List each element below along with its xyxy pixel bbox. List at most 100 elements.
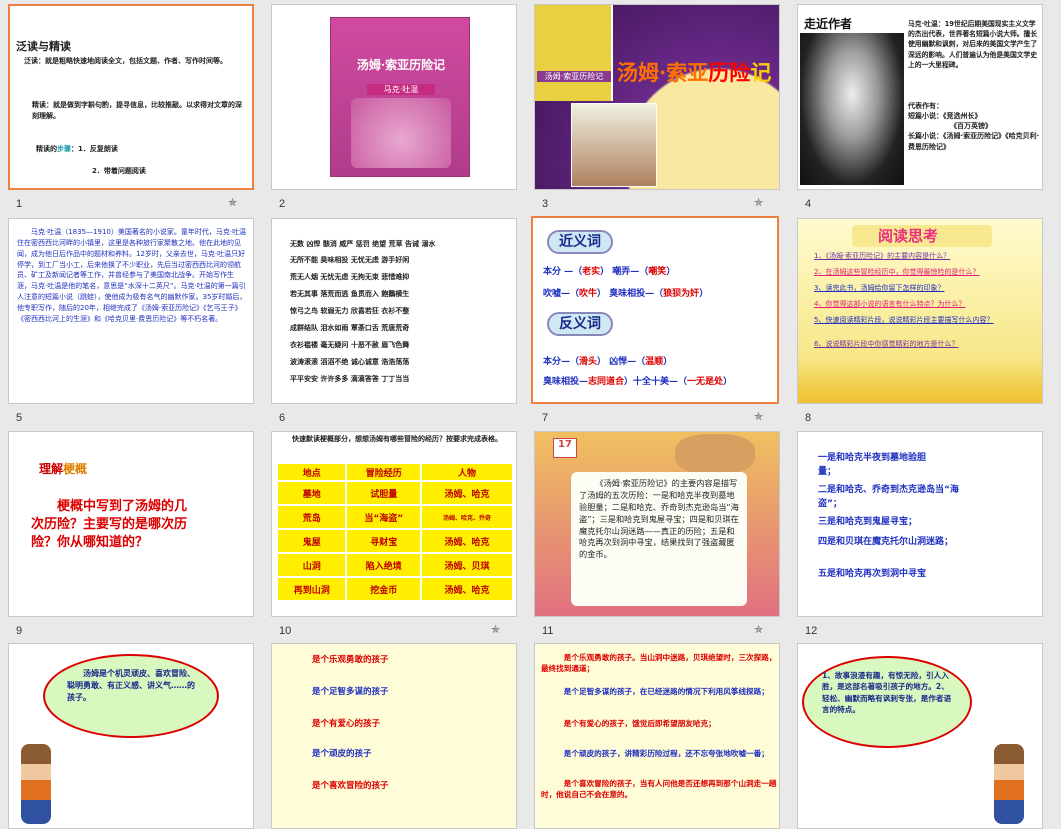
slide-thumb-12[interactable]: 一是和哈克半夜到墓地验胆量； 二是和哈克、乔奇到杰克逊岛当“海盗”； 三是和哈克… <box>797 431 1043 617</box>
slide-thumb-2[interactable]: 汤姆·索亚历险记 马克·吐温 <box>271 4 517 190</box>
trait-item: 是个足智多谋的孩子 <box>312 687 389 697</box>
slide-num-9: 9 <box>16 625 23 637</box>
slide1-line2: 精读：就是做到字斟句酌，提寻信息，比较推敲。以求得对文章的深刻理解。 <box>32 101 242 120</box>
short-stories-2: 《百万英镑》 <box>950 122 992 130</box>
vocab-row: 若无其事 落荒而逃 鱼贯而入 飽鵝横生 <box>290 290 410 298</box>
slide-num-5: 5 <box>16 412 23 424</box>
author-bio: 马克·吐温：19世纪后期美国现实主义文学的杰出代表，世界著名短篇小说大师。擅长使… <box>908 20 1038 69</box>
slide-thumb-9[interactable]: 理解梗概 梗概中写到了汤姆的几次历险？主要写的是哪次历险？你从哪知道的？ <box>8 431 254 617</box>
slide4-heading: 走近作者 <box>804 17 853 31</box>
antonym-row-2: 臭味相投—志同道合）十全十美—（一无是处） <box>543 377 733 387</box>
teddy-bear-decoration <box>675 434 755 474</box>
trait-item: 是个有爱心的孩子 <box>312 719 381 729</box>
list-item: 五是和哈克再次到洞中寻宝 <box>818 569 927 579</box>
slide-thumb-4[interactable]: 走近作者 马克·吐温：19世纪后期美国现实主义文学的杰出代表，世界著名短篇小说大… <box>797 4 1043 190</box>
animation-star-icon: ✯ <box>228 196 238 209</box>
question-item: 5、快速阅读精彩片段，说说精彩片段主要描写什么内容？ <box>814 316 994 324</box>
works-label: 代表作有： <box>908 102 943 110</box>
table-row: 墓地 试胆量 汤姆、哈克 <box>278 482 512 504</box>
trait-detail: 是个顽皮的孩子，讲精彩历险过程，还不忘夸张地吹嘘一番； <box>563 749 769 758</box>
author-portrait <box>800 33 904 185</box>
list-item: 一是和哈克半夜到墓地验胆量； <box>818 453 927 477</box>
vocab-row: 无数 凶悍 骸消 威严 惩罚 绝望 荒草 告诫 溺水 <box>290 240 436 248</box>
trait-detail: 是个喜欢冒险的孩子，当有人问他是否还想再到那个山洞走一趟时，他说自己不会在意的。 <box>541 779 777 800</box>
slide8-heading: 阅读思考 <box>878 227 939 245</box>
trait-detail: 是个足智多谋的孩子，在已经迷路的情况下利用风筝线探路； <box>563 687 769 696</box>
short-stories: 短篇小说：《竞选州长》 <box>908 112 982 120</box>
animation-star-icon: ✯ <box>754 623 764 636</box>
trait-item: 是个顽皮的孩子 <box>312 749 372 759</box>
slide-num-2: 2 <box>279 198 286 210</box>
trait-item: 是个乐观勇敢的孩子 <box>312 655 389 665</box>
vocab-row: 衣衫褴褛 毫无疑问 十恶不赦 眉飞色舞 <box>290 341 410 349</box>
trait-detail: 是个乐观勇敢的孩子。当山洞中迷路，贝琪绝望时，三次探路，最终找到通道； <box>541 653 777 674</box>
antonym-title: 反义词 <box>547 312 613 336</box>
vocab-row: 无所不能 昊味相投 无忧无虑 游手好闲 <box>290 256 410 264</box>
slide-num-1: 1 <box>16 198 23 210</box>
vocab-row: 波涛滚滚 滔滔不绝 诚心诚意 浩浩荡荡 <box>290 358 410 366</box>
flowers-decoration <box>798 359 1042 403</box>
slide10-instruction: 快速默读梗概部分，想想汤姆有哪些冒险的经历？按要求完成表格。 <box>292 435 502 443</box>
slide-num-7: 7 <box>542 412 549 424</box>
slide-thumb-8[interactable]: 阅读思考 1、《汤姆·索亚历险记》的主要内容是什么？ 2、在汤姆这些冒险经历中，… <box>797 218 1043 404</box>
vocab-row: 惊弓之鸟 软弱无力 欣喜若狂 衣衫不整 <box>290 307 410 315</box>
slide-thumb-3[interactable]: 汤姆·索亚历险记 汤姆·索亚历险记 <box>534 4 780 190</box>
adventure-table: 地点 冒险经历 人物 墓地 试胆量 汤姆、哈克 荒岛 当“海盗” 汤姆、哈克、乔奇 鬼屋 寻财… <box>276 462 514 602</box>
table-row: 地点 冒险经历 人物 <box>278 464 512 480</box>
question-item: 6、说说精彩片段中你感觉精彩的地方是什么？ <box>814 340 959 348</box>
animation-star-icon: ✯ <box>754 410 764 423</box>
slide-thumb-5[interactable]: 马克·吐温（1835—1910）美国著名的小说家。童年时代，马克·吐温住在密西西… <box>8 218 254 404</box>
question-item: 1、《汤姆·索亚历险记》的主要内容是什么？ <box>814 252 951 260</box>
calendar-icon: 17 <box>553 438 577 458</box>
cover-art <box>351 98 451 168</box>
question-item: 3、读完此书，汤姆给你留下怎样的印象？ <box>814 284 945 292</box>
cartoon-boy <box>994 744 1024 824</box>
slide-num-6: 6 <box>279 412 286 424</box>
book-cover: 汤姆·索亚历险记 马克·吐温 <box>330 17 470 177</box>
table-row: 鬼屋 寻财宝 汤姆、哈克 <box>278 530 512 552</box>
slide-thumb-6[interactable]: 无数 凶悍 骸消 威严 惩罚 绝望 荒草 告诫 溺水 无所不能 昊味相投 无忧无… <box>271 218 517 404</box>
book-photo <box>571 103 657 187</box>
slide-thumb-15[interactable]: 是个乐观勇敢的孩子。当山洞中迷路，贝琪绝望时，三次探路，最终找到通道； 是个足智… <box>534 643 780 829</box>
book-cover-small: 汤姆·索亚历险记 <box>535 5 613 101</box>
slide-thumb-13[interactable]: 汤姆是个机灵顽皮、喜欢冒险、聪明勇敢、有正义感、讲义气……的孩子。 <box>8 643 254 829</box>
slide1-line4: 2．带着问题阅读 <box>92 167 146 175</box>
near-synonym-title: 近义词 <box>547 230 613 254</box>
slide1-line3: 精读的步骤：1．反复朗读 <box>36 145 118 153</box>
slide-num-8: 8 <box>805 412 812 424</box>
question-item: 4、你觉得这部小说的语言有什么特点？为什么？ <box>814 300 966 308</box>
slide9-label: 理解梗概 <box>39 462 88 476</box>
slide-num-3: 3 <box>542 198 549 210</box>
slide-num-11: 11 <box>542 625 554 637</box>
slide-thumb-10[interactable]: 快速默读梗概部分，想想汤姆有哪些冒险的经历？按要求完成表格。 地点 冒险经历 人物 … <box>271 431 517 617</box>
slide13-text: 汤姆是个机灵顽皮、喜欢冒险、聪明勇敢、有正义感、讲义气……的孩子。 <box>67 669 195 702</box>
novels: 长篇小说：《汤姆·索亚历险记》《哈克贝利·费恩历险记》 <box>908 132 1040 151</box>
animation-star-icon: ✯ <box>754 196 764 209</box>
slide-thumb-16[interactable]: 1、故事浪漫有趣，有惊无险，引人入胜，是这部名著吸引孩子的地方。2、轻松、幽默而… <box>797 643 1043 829</box>
table-row: 山洞 陷入绝境 汤姆、贝琪 <box>278 554 512 576</box>
question-item: 2、在汤姆这些冒险经历中，你觉得最惊险的是什么？ <box>814 268 980 276</box>
slide-thumb-11[interactable]: 17 《汤姆·索亚历险记》的主要内容是描写了汤姆的五次历险：一是和哈克半夜到墓地… <box>534 431 780 617</box>
slide-thumb-14[interactable]: 是个乐观勇敢的孩子 是个足智多谋的孩子 是个有爱心的孩子 是个顽皮的孩子 是个喜… <box>271 643 517 829</box>
cartoon-boy <box>21 744 51 824</box>
list-item: 二是和哈克、乔奇到杰克逊岛当“海盗”； <box>818 485 959 509</box>
slide1-title: 泛读与精读 <box>16 40 71 53</box>
near-synonym-row-2: 吹嘘—（吹牛） 臭味相投—（狼狈为奸） <box>543 289 709 299</box>
slide-num-12: 12 <box>805 625 818 637</box>
book-title: 汤姆·索亚历险记 <box>356 58 446 72</box>
list-item: 三是和哈克到鬼屋寻宝； <box>818 517 918 527</box>
vocab-row: 荒无人烟 无忧无虑 无拘无束 悲惜难抑 <box>290 273 410 281</box>
slide-num-4: 4 <box>805 198 812 210</box>
table-row: 再到山洞 挖金币 汤姆、哈克 <box>278 578 512 600</box>
vocab-row: 平平安安 许许多多 滴滴答答 丁丁当当 <box>290 375 410 383</box>
slide3-title: 汤姆·索亚历险记 <box>617 60 772 85</box>
author-full-bio: 马克·吐温（1835—1910）美国著名的小说家。童年时代，马克·吐温住在密西西… <box>17 228 247 323</box>
vocab-row: 成群结队 泪水如雨 覃荼口舌 荒唐荒奇 <box>290 324 410 332</box>
book-author: 马克·吐温 <box>367 84 435 95</box>
slide-thumb-7[interactable]: 近义词 本分 —（老实） 嘲弄—（嘲笑） 吹嘘—（吹牛） 臭味相投—（狼狈为奸）… <box>531 216 779 404</box>
slide1-line1: 泛读：就是粗略快速地阅读全文，包括文题、作者、写作时间等。 <box>24 57 227 65</box>
slide16-text: 1、故事浪漫有趣，有惊无险，引人入胜，是这部名著吸引孩子的地方。2、轻松、幽默而… <box>822 671 952 715</box>
antonym-row-1: 本分—（滑头） 凶悍—（温顺） <box>543 357 673 367</box>
slide-thumb-1[interactable]: 泛读与精读 泛读：就是粗略快速地阅读全文，包括文题、作者、写作时间等。 精读：就… <box>8 4 254 190</box>
list-item: 四是和贝琪在魔克托尔山洞迷路； <box>818 537 954 547</box>
